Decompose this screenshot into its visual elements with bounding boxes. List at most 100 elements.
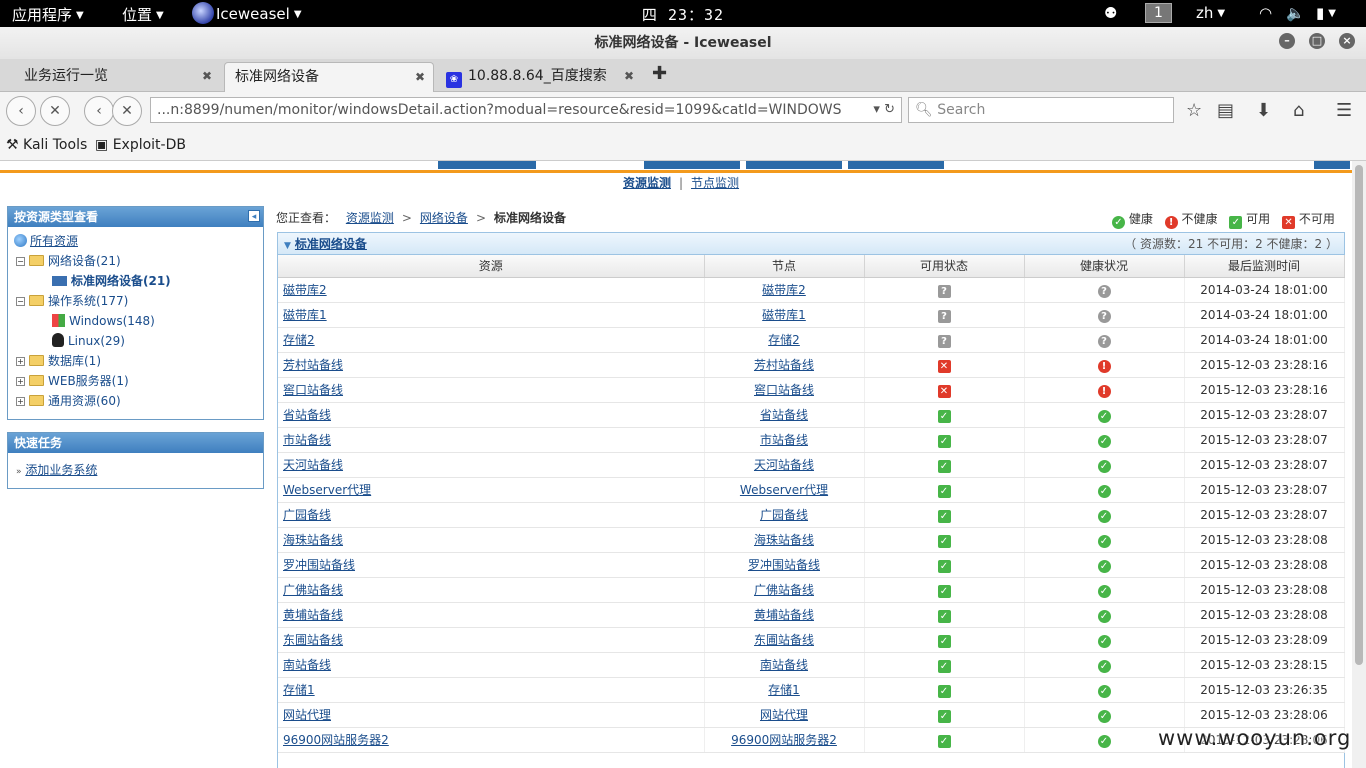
resource-link[interactable]: 96900网站服务器2 — [283, 733, 389, 747]
node-link[interactable]: 省站备线 — [760, 408, 808, 422]
hamburger-menu-icon[interactable]: ☰ — [1336, 100, 1352, 121]
downloads-icon[interactable]: ⬇ — [1256, 100, 1271, 121]
node-link[interactable]: 海珠站备线 — [754, 533, 814, 547]
tree-node-all[interactable]: 所有资源 — [14, 231, 263, 251]
col-health[interactable]: 健康状况 — [1024, 255, 1185, 278]
close-tab-icon[interactable]: ✖ — [202, 62, 212, 90]
breadcrumb-network-devices[interactable]: 网络设备 — [420, 211, 468, 225]
subnav-node-monitor[interactable]: 节点监测 — [691, 176, 739, 190]
resource-link[interactable]: 磁带库1 — [283, 308, 327, 322]
resource-link[interactable]: 存储1 — [283, 683, 315, 697]
resource-link[interactable]: 磁带库2 — [283, 283, 327, 297]
tab-business-overview[interactable]: 业务运行一览 ✖ — [14, 62, 220, 92]
expand-toggle-icon[interactable]: + — [16, 397, 25, 406]
expand-toggle-icon[interactable]: + — [16, 357, 25, 366]
resource-link[interactable]: 市站备线 — [283, 433, 331, 447]
add-business-system-link[interactable]: 添加业务系统 — [25, 463, 97, 477]
resource-link[interactable]: 海珠站备线 — [283, 533, 343, 547]
collapse-toggle-icon[interactable]: − — [16, 257, 25, 266]
node-link[interactable]: 存储1 — [768, 683, 800, 697]
resource-link[interactable]: 省站备线 — [283, 408, 331, 422]
close-window-button[interactable]: × — [1339, 33, 1355, 49]
node-link[interactable]: 广园备线 — [760, 508, 808, 522]
wifi-icon[interactable]: ◠ — [1259, 4, 1272, 22]
close-tab-icon[interactable]: ✖ — [415, 63, 425, 91]
close-tab-icon[interactable]: ✖ — [624, 62, 634, 90]
input-method-menu[interactable]: zh ▼ — [1196, 4, 1225, 22]
top-search-button[interactable] — [1314, 161, 1350, 169]
node-link[interactable]: 罗冲围站备线 — [748, 558, 820, 572]
node-link[interactable]: 芳村站备线 — [754, 358, 814, 372]
node-link[interactable]: 窖口站备线 — [754, 383, 814, 397]
resource-link[interactable]: Webserver代理 — [283, 483, 371, 497]
resource-link[interactable]: 存储2 — [283, 333, 315, 347]
workspace-indicator[interactable]: 1 — [1145, 3, 1172, 23]
tree-label[interactable]: 数据库(1) — [48, 354, 101, 368]
resource-link[interactable]: 东圃站备线 — [283, 633, 343, 647]
home-icon[interactable]: ⌂ — [1293, 100, 1304, 121]
stop-button[interactable]: ✕ — [40, 96, 70, 126]
reading-list-icon[interactable]: ▤ — [1217, 100, 1234, 121]
node-link[interactable]: 广佛站备线 — [754, 583, 814, 597]
tree-label[interactable]: 操作系统(177) — [48, 294, 128, 308]
forward-button[interactable]: ‹ — [84, 96, 114, 126]
tree-label[interactable]: 标准网络设备(21) — [71, 274, 171, 288]
reload-icon[interactable]: ↻ — [884, 102, 895, 117]
top-nav-item[interactable] — [848, 161, 944, 169]
tree-label[interactable]: 网络设备(21) — [48, 254, 121, 268]
node-link[interactable]: 市站备线 — [760, 433, 808, 447]
volume-icon[interactable]: 🔈 — [1286, 4, 1305, 22]
dropdown-arrow-icon[interactable]: ▾ — [873, 102, 880, 117]
breadcrumb-resource-monitor[interactable]: 资源监测 — [346, 211, 394, 225]
top-nav-item[interactable] — [644, 161, 740, 169]
resource-link[interactable]: 芳村站备线 — [283, 358, 343, 372]
back-button[interactable]: ‹ — [6, 96, 36, 126]
resource-link[interactable]: 天河站备线 — [283, 458, 343, 472]
tree-node-web-server[interactable]: + WEB服务器(1) — [14, 371, 263, 391]
resource-link[interactable]: 网站代理 — [283, 708, 331, 722]
maximize-button[interactable]: □ — [1309, 33, 1325, 49]
tree-node-network-standard[interactable]: 标准网络设备(21) — [14, 271, 263, 291]
top-nav-item[interactable] — [438, 161, 536, 169]
tree-label[interactable]: 所有资源 — [30, 234, 78, 248]
bookmark-exploit-db[interactable]: ▣ Exploit-DB — [95, 137, 186, 153]
col-resource[interactable]: 资源 — [278, 255, 705, 278]
node-link[interactable]: Webserver代理 — [740, 483, 828, 497]
tree-label[interactable]: Windows(148) — [69, 314, 155, 328]
col-node[interactable]: 节点 — [704, 255, 865, 278]
node-link[interactable]: 96900网站服务器2 — [731, 733, 837, 747]
stop-button-2[interactable]: ✕ — [112, 96, 142, 126]
tree-node-general[interactable]: + 通用资源(60) — [14, 391, 263, 411]
node-link[interactable]: 天河站备线 — [754, 458, 814, 472]
new-tab-plus-icon[interactable]: ✚ — [652, 63, 667, 84]
url-bar[interactable]: ...n:8899/numen/monitor/windowsDetail.ac… — [150, 97, 902, 123]
resource-link[interactable]: 南站备线 — [283, 658, 331, 672]
tab-baidu-search[interactable]: ❀ 10.88.8.64_百度搜索 ✖ — [436, 62, 642, 92]
collapse-toggle-icon[interactable]: − — [16, 297, 25, 306]
tree-label[interactable]: Linux(29) — [68, 334, 125, 348]
tree-node-network[interactable]: − 网络设备(21) — [14, 251, 263, 271]
bookmark-star-icon[interactable]: ☆ — [1186, 100, 1202, 121]
node-link[interactable]: 南站备线 — [760, 658, 808, 672]
bookmark-kali-tools[interactable]: ⚒ Kali Tools — [6, 137, 87, 153]
search-input[interactable]: 🔍︎ Search — [908, 97, 1174, 123]
device-table-title[interactable]: ▼ 标准网络设备 — [284, 233, 367, 257]
page-scrollbar[interactable] — [1352, 161, 1366, 768]
node-link[interactable]: 磁带库1 — [762, 308, 806, 322]
tree-node-database[interactable]: + 数据库(1) — [14, 351, 263, 371]
tree-label[interactable]: WEB服务器(1) — [48, 374, 129, 388]
tab-standard-network-devices[interactable]: 标准网络设备 ✖ — [224, 62, 434, 92]
top-nav-item[interactable] — [746, 161, 842, 169]
subnav-resource-monitor[interactable]: 资源监测 — [623, 176, 671, 190]
scrollbar-thumb[interactable] — [1355, 165, 1363, 665]
node-link[interactable]: 网站代理 — [760, 708, 808, 722]
node-link[interactable]: 东圃站备线 — [754, 633, 814, 647]
node-link[interactable]: 磁带库2 — [762, 283, 806, 297]
col-last-check[interactable]: 最后监测时间 — [1184, 255, 1345, 278]
collapse-panel-icon[interactable]: ◂ — [248, 210, 260, 222]
resource-link[interactable]: 广园备线 — [283, 508, 331, 522]
col-availability[interactable]: 可用状态 — [864, 255, 1025, 278]
node-link[interactable]: 存储2 — [768, 333, 800, 347]
tree-node-os[interactable]: − 操作系统(177) — [14, 291, 263, 311]
node-link[interactable]: 黄埔站备线 — [754, 608, 814, 622]
